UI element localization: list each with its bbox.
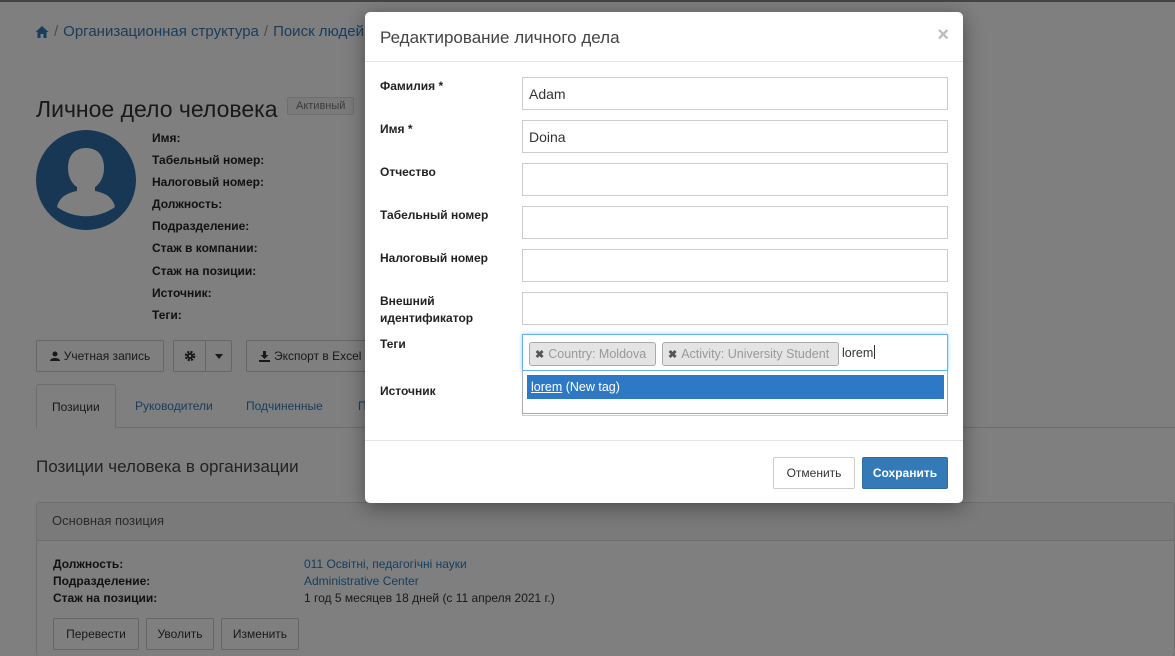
patronymic-field[interactable] [522,163,948,196]
modal-footer: Отменить Сохранить [365,440,963,503]
suggestion-suffix: (New tag) [562,380,620,394]
modal-header: Редактирование личного дела × [365,12,963,62]
text-caret [874,345,876,359]
tax-number-label: Налоговый номер [380,251,488,265]
edit-person-modal: Редактирование личного дела × Фамилия * … [365,12,963,503]
remove-tag-icon[interactable]: ✖ [535,349,544,361]
source-label: Источник [380,384,436,398]
first-name-field[interactable] [522,120,948,153]
tag-search-text: lorem [842,346,874,360]
save-button[interactable]: Сохранить [862,457,948,489]
employee-number-label: Табельный номер [380,208,489,222]
tax-number-field[interactable] [522,249,948,282]
employee-number-field[interactable] [522,206,948,239]
last-name-label: Фамилия * [380,79,444,93]
tags-input[interactable]: ✖ Country: Moldova ✖ Activity: University … [522,334,948,371]
tag-search-input[interactable]: lorem [842,345,876,360]
last-name-field[interactable] [522,77,948,110]
tag-suggestion-item[interactable]: lorem (New tag) [527,375,944,399]
tags-label: Теги [380,337,406,351]
tag-chip: ✖ Activity: University Student [662,342,840,366]
external-id-field[interactable] [522,292,948,325]
suggestion-match: lorem [531,380,563,394]
external-id-label: Внешний идентификатор [380,294,474,325]
cancel-button[interactable]: Отменить [773,457,855,489]
tag-chip: ✖ Country: Moldova [529,342,657,366]
modal-title: Редактирование личного дела [380,28,620,47]
first-name-label: Имя * [380,122,413,136]
remove-tag-icon[interactable]: ✖ [668,349,677,361]
tag-label: Country: Moldova [548,347,647,361]
patronymic-label: Отчество [380,165,436,179]
close-icon[interactable]: × [937,24,949,47]
tag-label: Activity: University Student [681,347,830,361]
tag-suggestions-dropdown: lorem (New tag) [522,371,948,414]
